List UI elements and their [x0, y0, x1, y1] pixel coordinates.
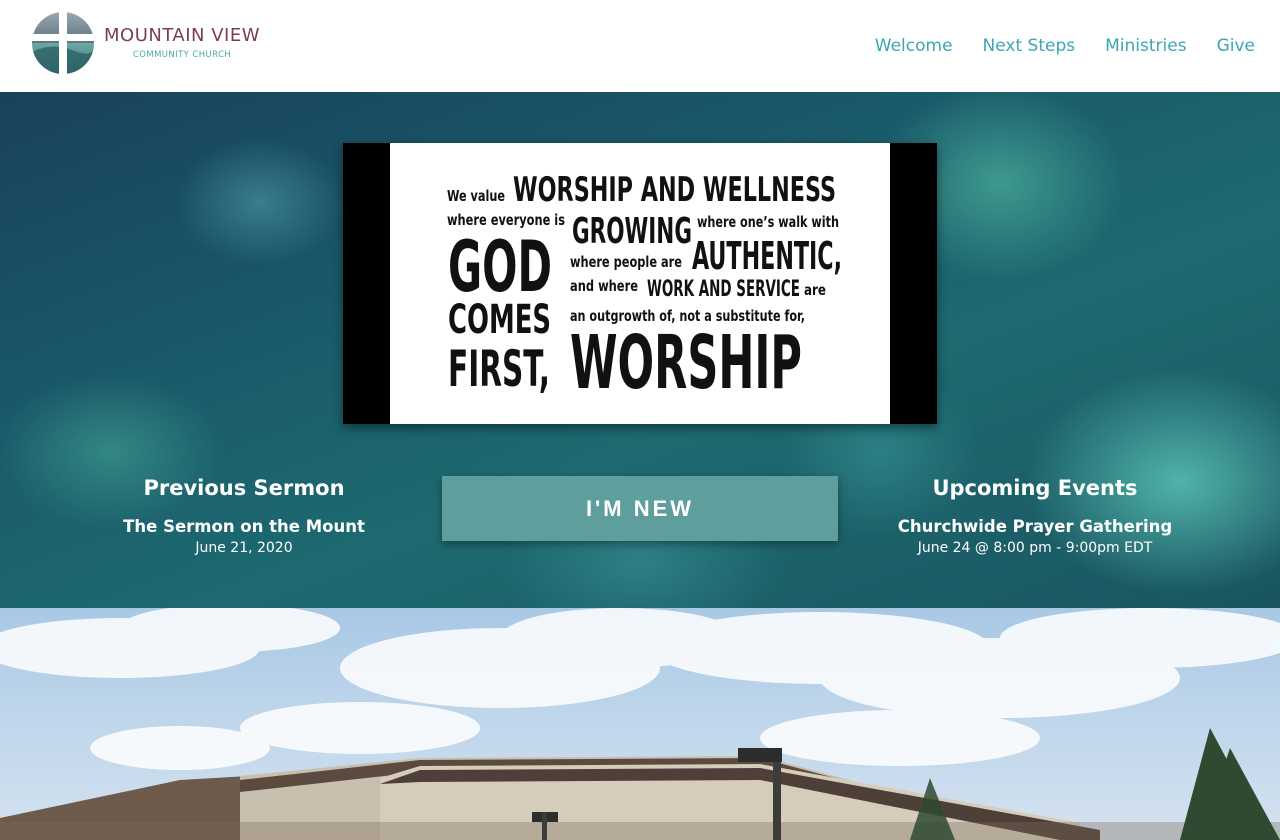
previous-sermon: Previous Sermon The Sermon on the Mount … — [64, 474, 424, 558]
church-building-photo — [0, 608, 1280, 840]
banner-where-walk: where one’s walk with — [697, 213, 839, 231]
logo-title: MOUNTAIN VIEW — [104, 25, 261, 46]
banner-are: are — [804, 281, 826, 299]
nav-ministries[interactable]: Ministries — [1105, 36, 1186, 56]
values-banner-card: We value WORSHIP AND WELLNESS where ever… — [390, 143, 890, 424]
hero-section: We value WORSHIP AND WELLNESS where ever… — [0, 92, 1280, 608]
cross-logo-icon — [32, 12, 94, 74]
clouds-image — [0, 608, 1280, 770]
logo-text: MOUNTAIN VIEW COMMUNITY CHURCH — [104, 25, 261, 61]
previous-sermon-title[interactable]: The Sermon on the Mount — [64, 516, 424, 538]
banner-worship: WORSHIP — [570, 320, 802, 406]
logo-subtitle: COMMUNITY CHURCH — [132, 50, 232, 60]
previous-sermon-heading: Previous Sermon — [143, 476, 345, 500]
upcoming-event-date: June 24 @ 8:00 pm - 9:00pm EDT — [917, 540, 1153, 556]
banner-god: GOD — [448, 226, 552, 308]
banner-work-service: WORK AND SERVICE — [647, 277, 800, 302]
im-new-button[interactable]: I'M NEW — [442, 476, 838, 541]
banner-we-value: We value — [447, 187, 505, 205]
nav-next-steps[interactable]: Next Steps — [983, 36, 1076, 56]
banner-and-where: and where — [570, 277, 638, 295]
banner-comes: COMES — [448, 297, 551, 343]
upcoming-event-title[interactable]: Churchwide Prayer Gathering — [855, 516, 1215, 538]
nav-welcome[interactable]: Welcome — [875, 36, 953, 56]
previous-sermon-date: June 21, 2020 — [195, 540, 293, 556]
site-logo[interactable]: MOUNTAIN VIEW COMMUNITY CHURCH — [32, 12, 260, 74]
upcoming-events-heading: Upcoming Events — [932, 476, 1138, 500]
site-header: MOUNTAIN VIEW COMMUNITY CHURCH Welcome N… — [0, 0, 1280, 92]
upcoming-events: Upcoming Events Churchwide Prayer Gather… — [855, 474, 1215, 558]
values-banner: We value WORSHIP AND WELLNESS where ever… — [343, 143, 937, 424]
nav-give[interactable]: Give — [1217, 36, 1255, 56]
main-nav: Welcome Next Steps Ministries Give — [845, 36, 1255, 56]
banner-first: FIRST, — [448, 340, 550, 398]
banner-where-people: where people are — [570, 253, 682, 271]
banner-authentic: AUTHENTIC, — [692, 234, 842, 278]
banner-worship-wellness: WORSHIP AND WELLNESS — [513, 170, 836, 210]
banner-growing: GROWING — [572, 211, 692, 252]
